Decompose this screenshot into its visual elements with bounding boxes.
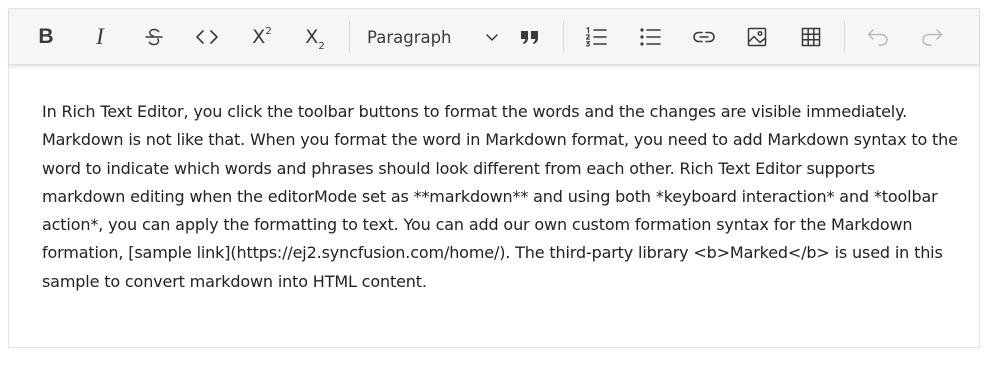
subscript-base: X xyxy=(305,26,319,48)
format-dropdown[interactable]: Paragraph xyxy=(361,21,509,53)
unordered-list-button[interactable] xyxy=(633,21,667,53)
insert-table-button[interactable] xyxy=(794,21,828,53)
format-dropdown-value: Paragraph xyxy=(367,27,452,47)
ordered-list-icon xyxy=(584,26,608,48)
strikethrough-button[interactable] xyxy=(137,21,171,53)
superscript-base: X xyxy=(252,26,266,48)
link-icon xyxy=(692,29,716,45)
strikethrough-icon xyxy=(143,26,165,48)
blockquote-button[interactable] xyxy=(513,21,547,53)
subscript-button[interactable]: X2 xyxy=(298,21,332,53)
undo-icon xyxy=(866,27,890,47)
unordered-list-icon xyxy=(638,26,662,48)
redo-icon xyxy=(920,27,944,47)
bold-button[interactable]: B xyxy=(29,21,63,53)
editor-toolbar: B I X2 X2 Paragraph xyxy=(9,9,979,65)
blockquote-icon xyxy=(519,28,541,46)
toolbar-separator xyxy=(349,21,350,53)
subscript-mark: 2 xyxy=(318,41,325,52)
image-icon xyxy=(746,26,768,48)
chevron-down-icon xyxy=(485,31,499,49)
superscript-icon: X2 xyxy=(252,26,271,48)
superscript-mark: 2 xyxy=(265,26,272,37)
ordered-list-button[interactable] xyxy=(579,21,613,53)
insert-image-button[interactable] xyxy=(740,21,774,53)
italic-icon: I xyxy=(96,24,104,49)
superscript-button[interactable]: X2 xyxy=(245,21,279,53)
table-icon xyxy=(800,26,822,48)
editor-content-area[interactable]: In Rich Text Editor, you click the toolb… xyxy=(42,98,962,296)
rich-text-editor: B I X2 X2 Paragraph In Rich Text Editor,… xyxy=(8,8,980,348)
redo-button[interactable] xyxy=(915,21,949,53)
inline-code-button[interactable] xyxy=(190,21,224,53)
toolbar-separator xyxy=(563,21,564,53)
italic-button[interactable]: I xyxy=(83,21,117,53)
toolbar-separator xyxy=(844,21,845,53)
code-icon xyxy=(195,27,219,47)
subscript-icon: X2 xyxy=(305,26,324,52)
bold-icon: B xyxy=(38,25,54,48)
insert-link-button[interactable] xyxy=(687,21,721,53)
undo-button[interactable] xyxy=(861,21,895,53)
